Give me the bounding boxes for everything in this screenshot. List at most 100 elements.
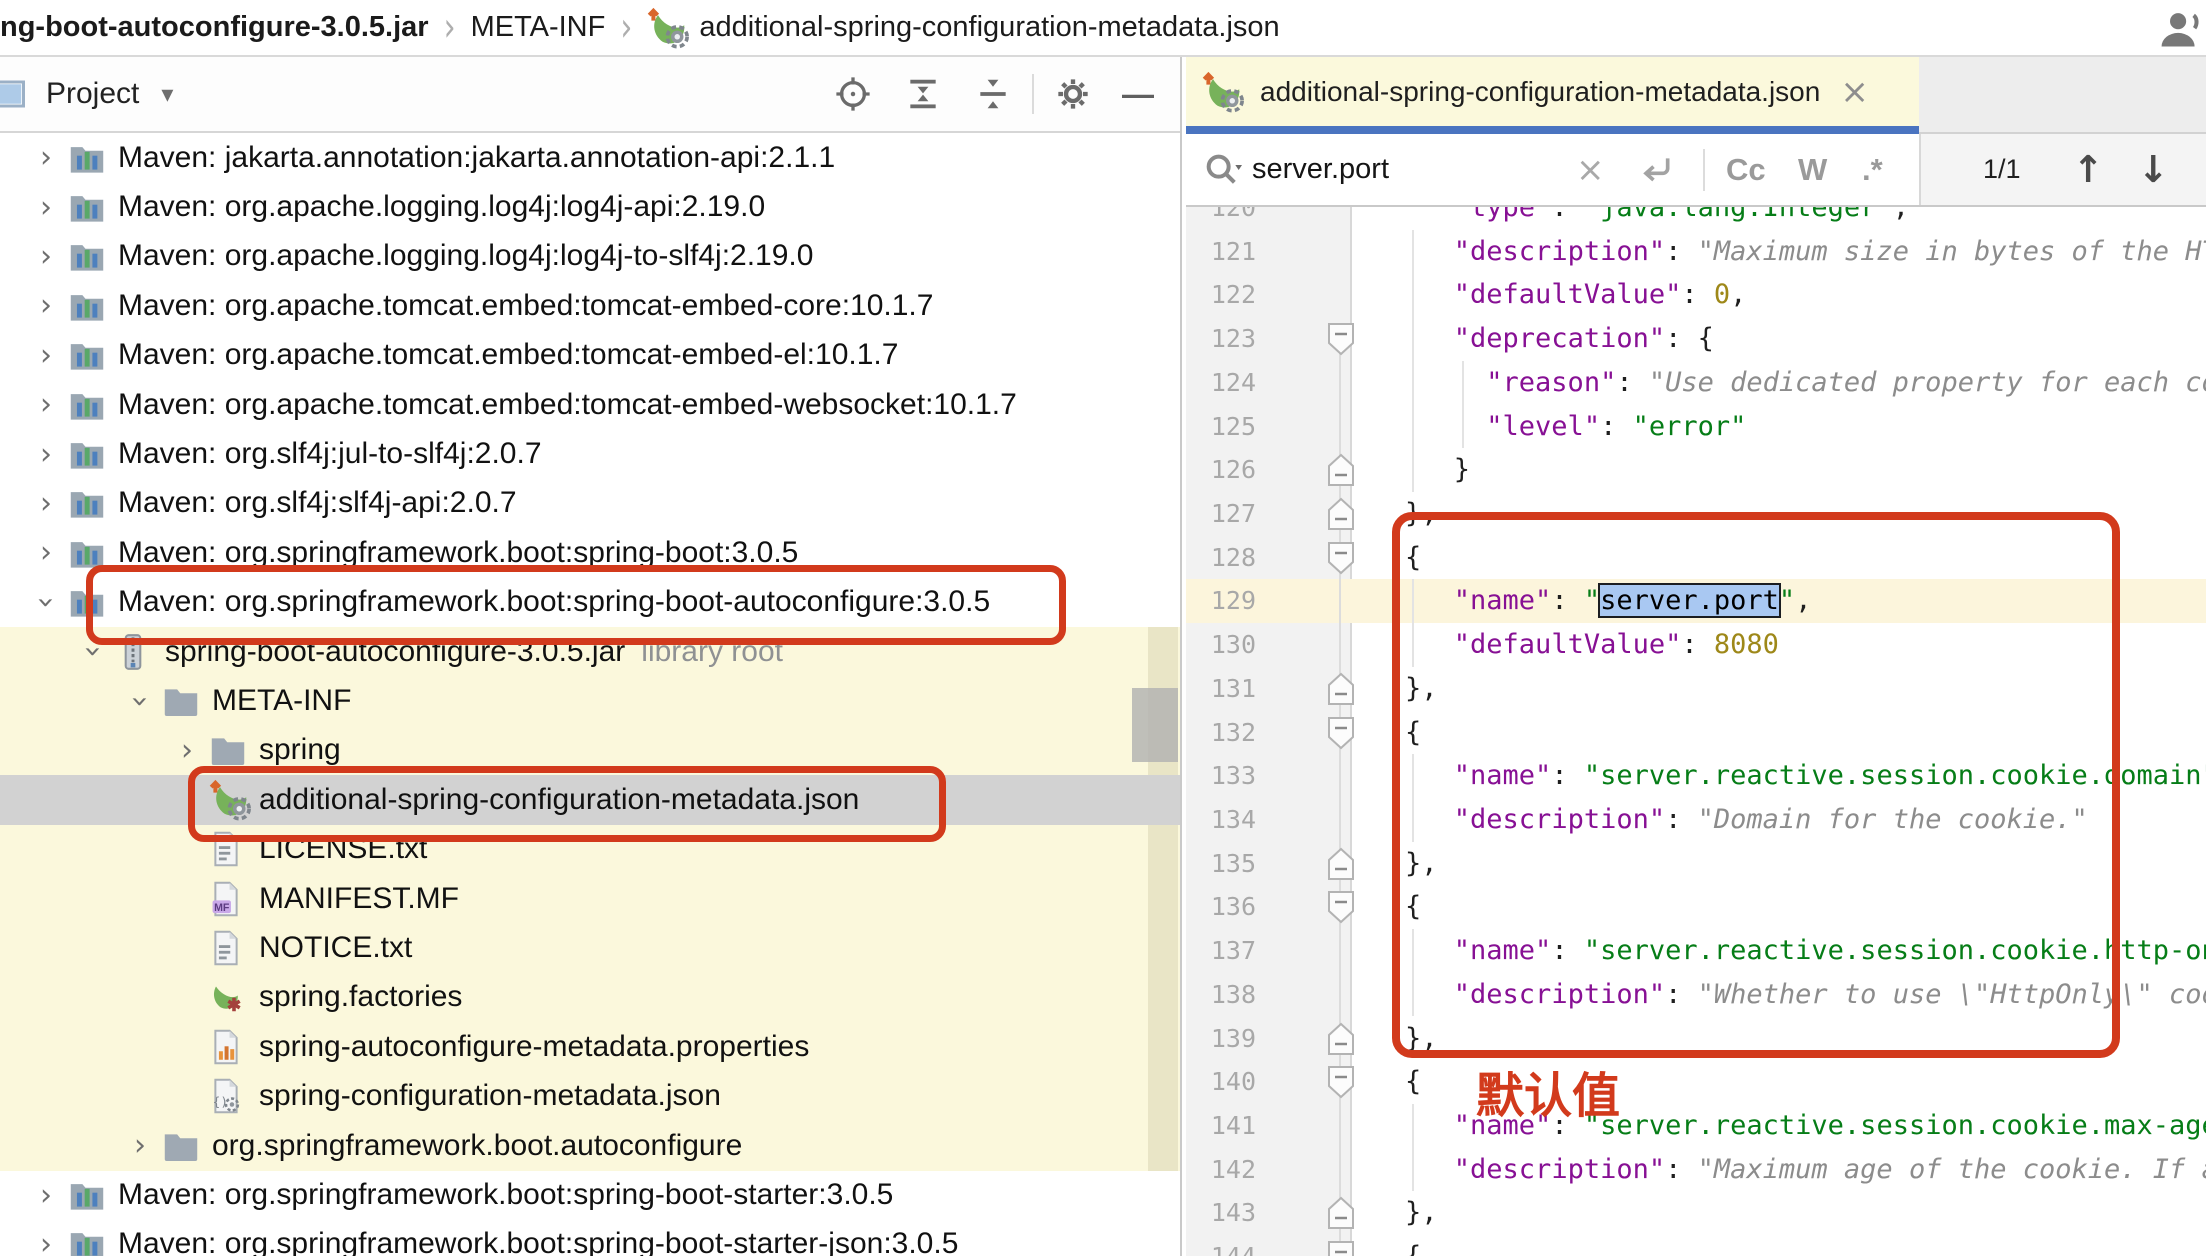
- settings-gear-icon[interactable]: [1052, 73, 1094, 115]
- locate-file-icon[interactable]: [832, 73, 874, 115]
- chevron-collapsed-icon[interactable]: ›: [24, 486, 68, 521]
- code-text[interactable]: "name": "server.reactive.session.cookie.…: [1352, 929, 2206, 973]
- fold-end-icon[interactable]: [1327, 453, 1355, 487]
- clear-search-icon[interactable]: ×: [1576, 134, 1605, 205]
- whole-words-button[interactable]: W: [1798, 134, 1827, 205]
- code-text[interactable]: },: [1352, 667, 2206, 711]
- tree-item[interactable]: MF MANIFEST.MF: [0, 874, 1180, 923]
- tool-window-icon[interactable]: [0, 76, 28, 112]
- tree-item[interactable]: › Maven: org.apache.tomcat.embed:tomcat-…: [0, 331, 1180, 380]
- fold-start-icon[interactable]: [1327, 1240, 1355, 1256]
- code-text[interactable]: }: [1352, 448, 2206, 492]
- code-text[interactable]: "description": "Maximum size in bytes of…: [1352, 230, 2206, 274]
- breadcrumb-file[interactable]: additional-spring-configuration-metadata…: [699, 11, 1279, 44]
- chevron-collapsed-icon[interactable]: ›: [165, 733, 209, 768]
- project-panel-title[interactable]: Project: [46, 77, 139, 111]
- code-text[interactable]: "name": "server.reactive.session.cookie.…: [1352, 754, 2206, 798]
- chevron-down-icon[interactable]: ▾: [161, 80, 173, 108]
- code-line[interactable]: 140 {: [1186, 1060, 2206, 1104]
- code-line[interactable]: 136 {: [1186, 885, 2206, 929]
- fold-end-icon[interactable]: [1327, 497, 1355, 531]
- tree-item[interactable]: › spring: [0, 726, 1180, 775]
- previous-match-icon[interactable]: ↑: [2073, 148, 2104, 191]
- code-text[interactable]: "description": "Maximum age of the cooki…: [1352, 1148, 2206, 1192]
- code-line[interactable]: 128 {: [1186, 536, 2206, 580]
- next-match-icon[interactable]: ↓: [2138, 148, 2169, 191]
- newline-icon[interactable]: [1636, 134, 1676, 205]
- fold-start-icon[interactable]: [1327, 890, 1355, 924]
- code-text[interactable]: {: [1352, 885, 2206, 929]
- tree-item[interactable]: additional-spring-configuration-metadata…: [0, 775, 1180, 824]
- tab-close-icon[interactable]: ×: [1840, 72, 1869, 112]
- code-text[interactable]: "level": "error": [1352, 405, 2206, 449]
- hide-panel-icon[interactable]: —: [1122, 76, 1154, 113]
- chevron-collapsed-icon[interactable]: ›: [24, 1178, 68, 1213]
- fold-end-icon[interactable]: [1327, 1196, 1355, 1230]
- tree-item[interactable]: › Maven: org.springframework.boot:spring…: [0, 578, 1180, 627]
- chevron-collapsed-icon[interactable]: ›: [24, 535, 68, 570]
- tree-item[interactable]: › Maven: org.apache.tomcat.embed:tomcat-…: [0, 380, 1180, 429]
- code-line[interactable]: 121 "description": "Maximum size in byte…: [1186, 230, 2206, 274]
- panel-divider[interactable]: [1180, 57, 1182, 1256]
- tree-item[interactable]: {) spring-configuration-metadata.json: [0, 1072, 1180, 1121]
- fold-start-icon[interactable]: [1327, 541, 1355, 575]
- tree-item[interactable]: spring-autoconfigure-metadata.properties: [0, 1022, 1180, 1071]
- chevron-collapsed-icon[interactable]: ›: [24, 239, 68, 274]
- tree-item[interactable]: › Maven: org.apache.tomcat.embed:tomcat-…: [0, 281, 1180, 330]
- chevron-expanded-icon[interactable]: ›: [76, 630, 111, 674]
- code-line[interactable]: 122 "defaultValue": 0,: [1186, 273, 2206, 317]
- chevron-collapsed-icon[interactable]: ›: [24, 387, 68, 422]
- tree-item[interactable]: › Maven: org.slf4j:jul-to-slf4j:2.0.7: [0, 429, 1180, 478]
- code-editor[interactable]: 120 "type": "java.lang.Integer", 121 "de…: [1186, 207, 2206, 1256]
- match-case-button[interactable]: Cc: [1726, 134, 1766, 205]
- code-text[interactable]: "name": "server.reactive.session.cookie.…: [1352, 1104, 2206, 1148]
- chevron-expanded-icon[interactable]: ›: [123, 679, 158, 723]
- fold-start-icon[interactable]: [1327, 322, 1355, 356]
- code-text[interactable]: "description": "Domain for the cookie.": [1352, 798, 2206, 842]
- code-text[interactable]: },: [1352, 492, 2206, 536]
- code-line[interactable]: 143 },: [1186, 1191, 2206, 1235]
- code-text[interactable]: "defaultValue": 8080: [1352, 623, 2206, 667]
- tree-item[interactable]: spring.factories: [0, 973, 1180, 1022]
- code-line[interactable]: 126 }: [1186, 448, 2206, 492]
- tree-item[interactable]: › Maven: org.slf4j:slf4j-api:2.0.7: [0, 479, 1180, 528]
- code-line[interactable]: 120 "type": "java.lang.Integer",: [1186, 207, 2206, 230]
- tree-item[interactable]: › Maven: org.apache.logging.log4j:log4j-…: [0, 232, 1180, 281]
- tree-item[interactable]: › Maven: org.apache.logging.log4j:log4j-…: [0, 182, 1180, 231]
- code-text[interactable]: {: [1352, 1060, 2206, 1104]
- search-icon[interactable]: [1202, 150, 1242, 190]
- chevron-collapsed-icon[interactable]: ›: [24, 1227, 68, 1256]
- search-input[interactable]: server.port: [1252, 153, 1389, 186]
- code-text[interactable]: "reason": "Use dedicated property for ea…: [1352, 361, 2206, 405]
- code-line[interactable]: 139 },: [1186, 1017, 2206, 1061]
- code-line[interactable]: 131 },: [1186, 667, 2206, 711]
- code-text[interactable]: {: [1352, 711, 2206, 755]
- code-text[interactable]: "deprecation": {: [1352, 317, 2206, 361]
- code-line[interactable]: 123 "deprecation": {: [1186, 317, 2206, 361]
- collapse-all-icon[interactable]: [972, 73, 1014, 115]
- code-text[interactable]: "description": "Whether to use \"HttpOnl…: [1352, 973, 2206, 1017]
- chevron-collapsed-icon[interactable]: ›: [24, 140, 68, 175]
- chevron-expanded-icon[interactable]: ›: [29, 580, 64, 624]
- fold-end-icon[interactable]: [1327, 672, 1355, 706]
- code-line[interactable]: 135 },: [1186, 842, 2206, 886]
- fold-end-icon[interactable]: [1327, 847, 1355, 881]
- breadcrumb-meta-inf[interactable]: META-INF: [471, 11, 606, 44]
- chevron-collapsed-icon[interactable]: ›: [24, 288, 68, 323]
- fold-start-icon[interactable]: [1327, 1065, 1355, 1099]
- chevron-collapsed-icon[interactable]: ›: [24, 338, 68, 373]
- code-text[interactable]: "type": "java.lang.Integer",: [1352, 207, 2206, 230]
- code-text[interactable]: {: [1352, 536, 2206, 580]
- fold-end-icon[interactable]: [1327, 1022, 1355, 1056]
- tree-item[interactable]: › Maven: jakarta.annotation:jakarta.anno…: [0, 133, 1180, 182]
- tree-item[interactable]: › org.springframework.boot.autoconfigure: [0, 1121, 1180, 1170]
- code-text[interactable]: },: [1352, 842, 2206, 886]
- breadcrumb-jar[interactable]: ng-boot-autoconfigure-3.0.5.jar: [0, 11, 429, 44]
- tree-item[interactable]: › Maven: org.springframework.boot:spring…: [0, 1220, 1180, 1256]
- code-text[interactable]: {: [1352, 1235, 2206, 1256]
- fold-start-icon[interactable]: [1327, 716, 1355, 750]
- code-text[interactable]: },: [1352, 1017, 2206, 1061]
- user-profile-icon[interactable]: [2156, 8, 2202, 52]
- chevron-collapsed-icon[interactable]: ›: [24, 437, 68, 472]
- tree-item[interactable]: › Maven: org.springframework.boot:spring…: [0, 528, 1180, 577]
